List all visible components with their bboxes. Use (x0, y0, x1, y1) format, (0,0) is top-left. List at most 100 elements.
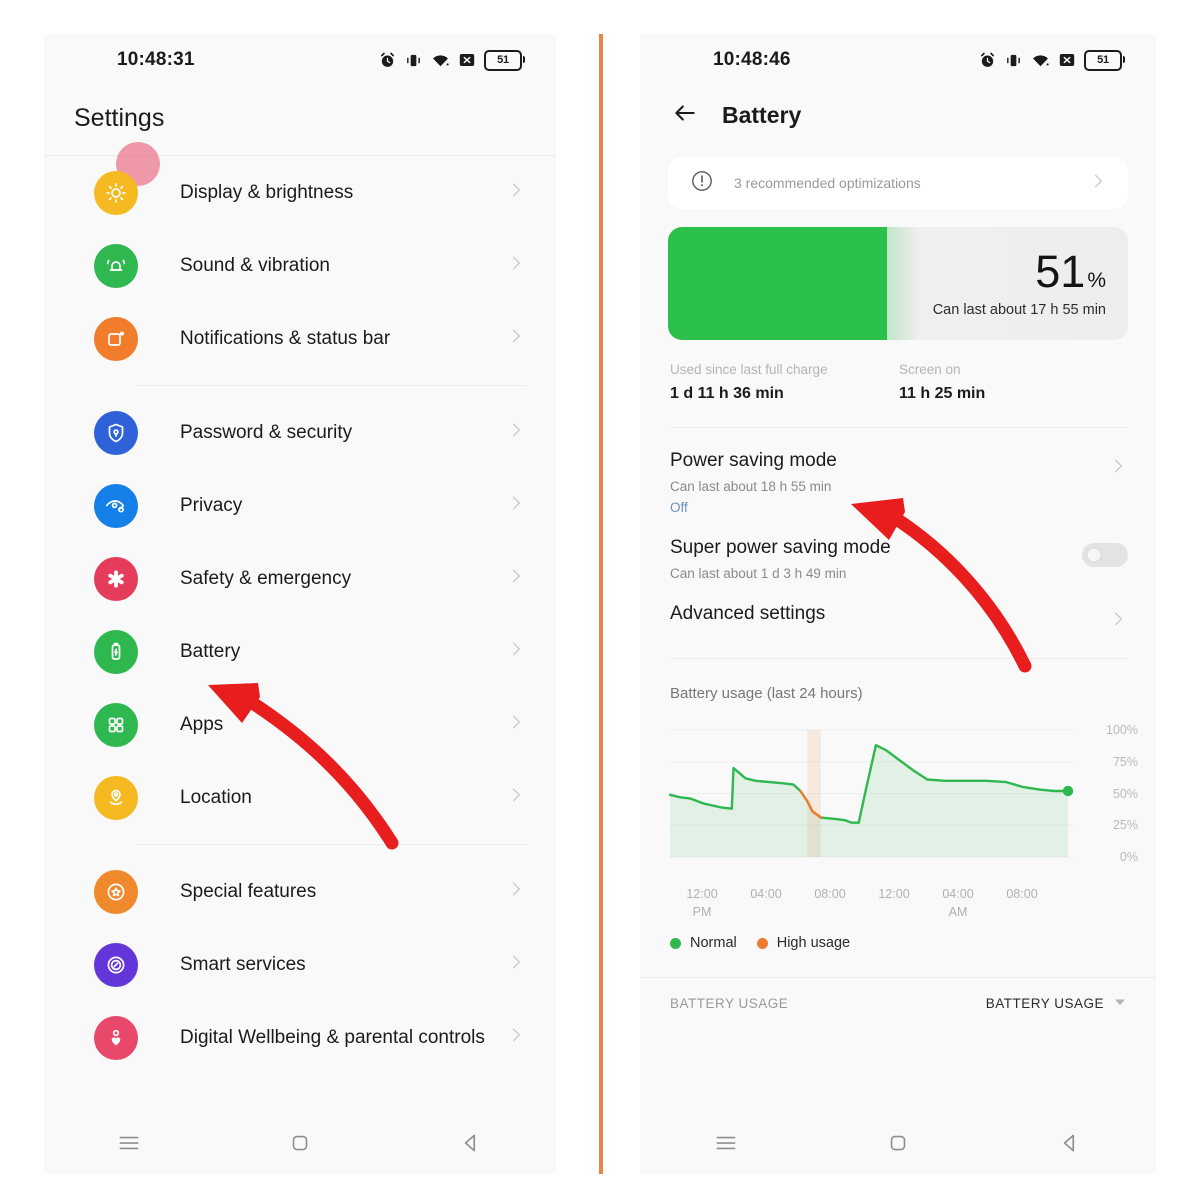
stat-block: Used since last full charge 1 d 11 h 36 … (670, 362, 899, 403)
battery-level-card: 51 % Can last about 17 h 55 min (668, 227, 1128, 340)
chart-y-tick: 50% (1112, 786, 1138, 801)
chevron-right-icon[interactable] (506, 1025, 526, 1050)
system-nav-bar-left[interactable] (44, 1112, 556, 1174)
super-power-saving-toggle[interactable] (1082, 543, 1128, 567)
row-super-power-saving-mode[interactable]: Super power saving mode Can last about 1… (640, 515, 1156, 581)
row-advanced-settings[interactable]: Advanced settings (640, 581, 1156, 634)
chart-x-tick-time: 08:00 (1006, 887, 1038, 901)
row-body: Power saving mode Can last about 18 h 55… (670, 450, 1108, 515)
sidebar-item-location[interactable]: Location (44, 761, 556, 834)
chevron-right-icon[interactable] (506, 785, 526, 810)
exclamation-circle-icon (690, 169, 714, 198)
row-subtitle: Can last about 18 h 55 min (670, 479, 832, 494)
home-icon[interactable] (885, 1130, 911, 1156)
system-nav-bar-right[interactable] (640, 1112, 1156, 1174)
panel-separator (599, 34, 603, 1174)
sidebar-item-sound-vibration[interactable]: Sound & vibration (44, 229, 556, 302)
bottom-tab-bar: BATTERY USAGE BATTERY USAGE (640, 978, 1156, 1011)
sidebar-item-password-security[interactable]: Password & security (44, 396, 556, 469)
battery-fill-bar (668, 227, 887, 340)
status-bar-right: 10:48:46 51 (640, 34, 1156, 86)
location-pin-icon (94, 775, 138, 820)
chevron-right-icon[interactable] (506, 253, 526, 278)
chart-x-tick: 04:00 (734, 887, 798, 919)
battery-percent: 51 % (1035, 249, 1106, 294)
sidebar-item-label: Sound & vibration (180, 254, 330, 276)
chevron-right-icon[interactable] (506, 493, 526, 518)
chart-current-point (1062, 785, 1074, 797)
chart-x-tick-time: 12:00 (686, 887, 718, 901)
legend-dot-icon (756, 937, 768, 949)
chevron-right-icon[interactable] (506, 326, 526, 351)
chevron-right-icon[interactable] (1108, 603, 1128, 634)
chevron-right-icon[interactable] (506, 712, 526, 737)
sidebar-item-label: Display & brightness (180, 181, 354, 203)
chevron-right-icon[interactable] (1088, 171, 1108, 196)
battery-icon (94, 629, 138, 674)
wifi-icon (1031, 52, 1050, 69)
page-title: Battery (722, 102, 802, 128)
chevron-right-icon[interactable] (1108, 450, 1128, 481)
notification-icon (94, 316, 138, 361)
row-title: Super power saving mode (670, 537, 891, 558)
x-badge-icon (1059, 52, 1075, 68)
bell-icon (94, 243, 138, 288)
sidebar-item-label: Privacy (180, 494, 243, 516)
menu-icon[interactable] (116, 1130, 142, 1156)
chevron-right-icon[interactable] (506, 180, 526, 205)
chart-legend: Normal High usage (640, 935, 1156, 951)
recommended-optimizations-card[interactable]: 3 recommended optimizations (668, 157, 1128, 209)
sidebar-item-battery[interactable]: Battery (44, 615, 556, 688)
battery-readout: 51 % Can last about 17 h 55 min (919, 227, 1128, 340)
sidebar-item-notifications-status-bar[interactable]: Notifications & status bar (44, 302, 556, 375)
back-icon[interactable] (1057, 1130, 1083, 1156)
sidebar-item-label: Battery (180, 640, 241, 662)
chevron-right-icon[interactable] (506, 879, 526, 904)
sidebar-item-display-brightness[interactable]: Display & brightness (44, 156, 556, 229)
battery-phone-panel: 10:48:46 51 Battery 3 recommended optimi… (640, 34, 1156, 1174)
row-status[interactable]: Off (670, 500, 1108, 515)
back-icon[interactable] (458, 1130, 484, 1156)
chevron-right-icon[interactable] (506, 952, 526, 977)
row-power-saving-mode[interactable]: Power saving mode Can last about 18 h 55… (640, 428, 1156, 515)
back-arrow-icon[interactable] (672, 100, 698, 131)
chart-canvas (668, 729, 1074, 858)
sidebar-item-apps[interactable]: Apps (44, 688, 556, 761)
sidebar-item-privacy[interactable]: Privacy (44, 469, 556, 542)
chart-x-tick: 12:00 (862, 887, 926, 919)
sidebar-item-safety-emergency[interactable]: Safety & emergency (44, 542, 556, 615)
battery-stats: Used since last full charge 1 d 11 h 36 … (640, 340, 1156, 403)
battery-page-header: Battery (640, 86, 1156, 149)
wifi-icon (431, 52, 450, 69)
sidebar-item-digital-wellbeing-parental-controls[interactable]: Digital Wellbeing & parental controls (44, 1001, 556, 1074)
settings-list[interactable]: Display & brightness Sound & vibration N… (44, 142, 556, 1074)
status-bar-left: 10:48:31 51 (44, 34, 556, 86)
wellbeing-icon (94, 1015, 138, 1060)
sidebar-item-special-features[interactable]: Special features (44, 855, 556, 928)
home-icon[interactable] (287, 1130, 313, 1156)
chart-x-tick-meridiem: PM (692, 905, 712, 919)
chevron-right-icon[interactable] (506, 420, 526, 445)
sidebar-item-label: Apps (180, 713, 224, 735)
battery-status-icon: 51 (484, 49, 525, 71)
legend-item: High usage (756, 935, 850, 951)
chart-x-tick: 08:00 (798, 887, 862, 919)
status-bar-clock: 10:48:31 (117, 49, 195, 70)
caret-down-icon[interactable] (1114, 996, 1126, 1011)
settings-phone-panel: 10:48:31 51 Settings Display & brightnes… (44, 34, 556, 1174)
sidebar-item-label: Location (180, 786, 252, 808)
battery-settings-rows: Power saving mode Can last about 18 h 55… (640, 428, 1156, 634)
chevron-right-icon[interactable] (506, 639, 526, 664)
sidebar-item-label: Special features (180, 880, 317, 902)
eye-icon (94, 483, 138, 528)
chart-x-tick: 04:00 AM (926, 887, 990, 919)
chart-x-tick-time: 04:00 (750, 887, 782, 901)
battery-usage-dropdown[interactable]: BATTERY USAGE (986, 996, 1126, 1011)
chart-y-tick: 0% (1119, 850, 1138, 864)
battery-usage-tab-left[interactable]: BATTERY USAGE (670, 996, 788, 1011)
chevron-right-icon[interactable] (506, 566, 526, 591)
menu-icon[interactable] (713, 1130, 739, 1156)
sidebar-item-label: Notifications & status bar (180, 327, 391, 349)
chart-title: Battery usage (last 24 hours) (670, 685, 863, 702)
sidebar-item-smart-services[interactable]: Smart services (44, 928, 556, 1001)
